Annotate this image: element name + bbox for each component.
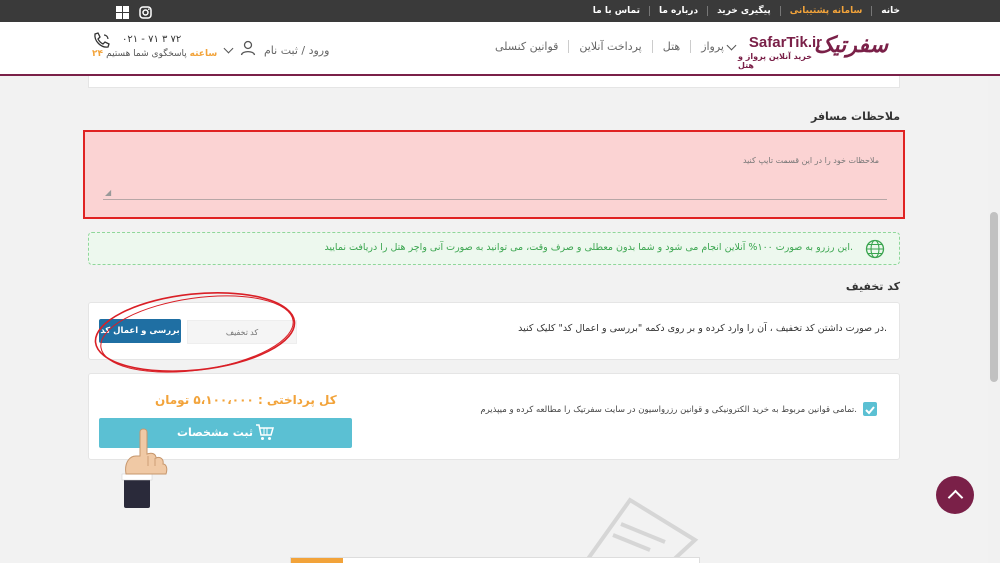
notes-placeholder: ملاحظات خود را در این قسمت تایپ کنید bbox=[742, 156, 879, 165]
pointing-hand-icon bbox=[121, 428, 168, 508]
submit-label: ثبت مشخصات bbox=[177, 426, 254, 439]
logo-tagline: خرید آنلاین پرواز و هتل bbox=[738, 52, 813, 70]
support-hours-text: پاسخگوی شما هستیم bbox=[106, 49, 187, 59]
chevron-down-icon bbox=[726, 40, 737, 50]
top-nav: خانه سامانه پشتیبانی پیگیری خرید درباره … bbox=[584, 0, 900, 22]
notes-title: ملاحظات مسافر bbox=[811, 110, 900, 123]
nav-flight[interactable]: پرواز bbox=[690, 40, 737, 53]
discount-description: در صورت داشتن کد تخفیف ، آن را وارد کرده… bbox=[518, 323, 887, 334]
bottom-accent bbox=[291, 558, 343, 563]
bottom-panel bbox=[290, 557, 700, 563]
cart-icon bbox=[255, 422, 275, 442]
discount-code-input[interactable] bbox=[187, 320, 297, 344]
login-link[interactable]: ورود / ثبت نام bbox=[223, 40, 330, 60]
total-payment: کل پرداختی : ۵،۱۰۰،۰۰۰ تومان bbox=[155, 393, 337, 407]
check-icon bbox=[865, 406, 875, 415]
user-icon bbox=[240, 40, 256, 60]
page-scrollbar[interactable] bbox=[988, 76, 1000, 563]
windows-icon[interactable] bbox=[116, 4, 129, 19]
logo-script: سفرتیک bbox=[813, 32, 888, 58]
nav-hotel-label: هتل bbox=[662, 40, 681, 53]
document-watermark-icon bbox=[583, 497, 699, 563]
payment-card: تمامی قوانین مربوط به خرید الکترونیکی و … bbox=[88, 373, 900, 460]
topnav-support[interactable]: سامانه پشتیبانی bbox=[779, 6, 872, 16]
topnav-tracking[interactable]: پیگیری خرید bbox=[707, 6, 780, 16]
scroll-to-top-button[interactable] bbox=[936, 476, 974, 514]
top-bar: خانه سامانه پشتیبانی پیگیری خرید درباره … bbox=[0, 0, 1000, 22]
chevron-down-icon bbox=[223, 43, 234, 53]
topnav-about[interactable]: درباره ما bbox=[648, 6, 707, 16]
login-label: ورود / ثبت نام bbox=[264, 43, 330, 57]
previous-card bbox=[88, 76, 900, 88]
social-links bbox=[116, 4, 152, 19]
passenger-notes-field[interactable]: ملاحظات خود را در این قسمت تایپ کنید ◢ bbox=[83, 130, 905, 219]
apply-discount-button[interactable]: بررسی و اعمال کد bbox=[99, 319, 181, 343]
resize-handle-icon[interactable]: ◢ bbox=[105, 188, 111, 197]
nav-flight-label: پرواز bbox=[701, 40, 724, 53]
scrollbar-thumb[interactable] bbox=[990, 212, 998, 382]
nav-cancel-rules[interactable]: قوانین کنسلی bbox=[485, 40, 568, 53]
topnav-contact[interactable]: تماس با ما bbox=[584, 6, 649, 16]
nav-payment-label: پرداخت آنلاین bbox=[579, 40, 642, 53]
site-header: سفرتیک SafarTik.ir خرید آنلاین پرواز و ه… bbox=[0, 22, 1000, 76]
topnav-home[interactable]: خانه bbox=[871, 6, 900, 16]
terms-checkbox[interactable] bbox=[863, 402, 877, 416]
nav-online-payment[interactable]: پرداخت آنلاین bbox=[568, 40, 651, 53]
logo-brand: SafarTik.ir bbox=[748, 34, 822, 51]
globe-icon bbox=[865, 239, 885, 259]
info-banner: این رزرو به صورت ۱۰۰% آنلاین انجام می شو… bbox=[88, 232, 900, 265]
discount-card: در صورت داشتن کد تخفیف ، آن را وارد کرده… bbox=[88, 302, 900, 360]
instagram-icon[interactable] bbox=[139, 4, 152, 19]
info-banner-text: این رزرو به صورت ۱۰۰% آنلاین انجام می شو… bbox=[324, 242, 853, 253]
notes-textarea[interactable]: ملاحظات خود را در این قسمت تایپ کنید ◢ bbox=[103, 150, 887, 200]
nav-hotel[interactable]: هتل bbox=[651, 40, 690, 53]
support-hours: ۲۴ ساعته پاسخگوی شما هستیم bbox=[92, 49, 217, 59]
discount-title: کد تخفیف bbox=[845, 280, 900, 293]
logo[interactable]: سفرتیک SafarTik.ir خرید آنلاین پرواز و ه… bbox=[738, 32, 888, 70]
main-nav: پرواز هتل پرداخت آنلاین قوانین کنسلی bbox=[485, 40, 737, 53]
support-phone[interactable]: ۰۲۱ - ۷۱ ۳ ۷۲ bbox=[122, 34, 181, 45]
nav-cancel-label: قوانین کنسلی bbox=[494, 40, 559, 53]
terms-text: تمامی قوانین مربوط به خرید الکترونیکی و … bbox=[480, 405, 857, 415]
